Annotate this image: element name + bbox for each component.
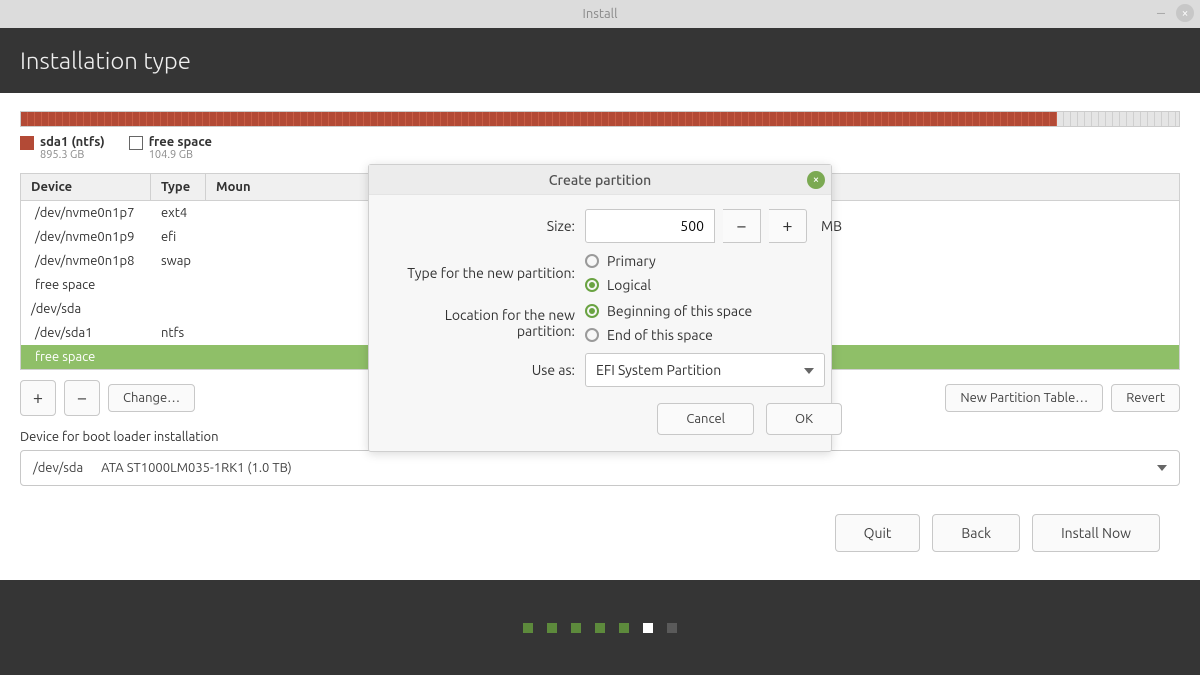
- window-title: Install: [583, 7, 618, 21]
- step-dot: [523, 623, 533, 633]
- change-partition-button[interactable]: Change…: [108, 384, 195, 412]
- col-header-type[interactable]: Type: [151, 174, 206, 200]
- create-partition-dialog: Create partition × Size: − + MB Type for…: [368, 164, 832, 452]
- useas-value: EFI System Partition: [596, 362, 721, 378]
- dialog-cancel-button[interactable]: Cancel: [657, 403, 754, 435]
- chevron-down-icon: [1157, 465, 1167, 471]
- installer-window: Install – × Installation type sda1 (ntfs…: [0, 0, 1200, 675]
- radio-location-beginning[interactable]: Beginning of this space: [585, 303, 842, 319]
- usage-segment-used: [21, 112, 1057, 126]
- usage-legend: sda1 (ntfs) 895.3 GB free space 104.9 GB: [20, 135, 1180, 161]
- legend-free-size: 104.9 GB: [149, 149, 212, 161]
- step-dot: [547, 623, 557, 633]
- radio-logical[interactable]: Logical: [585, 277, 842, 293]
- dialog-ok-button[interactable]: OK: [766, 403, 842, 435]
- page-header: Installation type: [0, 28, 1200, 93]
- legend-item-used: sda1 (ntfs) 895.3 GB: [20, 135, 105, 161]
- usage-segment-free: [1057, 112, 1179, 126]
- quit-button[interactable]: Quit: [835, 514, 921, 552]
- legend-free-label: free space: [149, 135, 212, 149]
- dialog-title: Create partition: [549, 172, 651, 188]
- install-now-button[interactable]: Install Now: [1032, 514, 1160, 552]
- swatch-free-icon: [129, 136, 143, 150]
- minimize-button[interactable]: –: [1152, 4, 1170, 22]
- disk-usage-bar: [20, 111, 1180, 127]
- step-dot: [595, 623, 605, 633]
- size-input[interactable]: [585, 209, 715, 243]
- new-partition-table-button[interactable]: New Partition Table…: [945, 384, 1103, 412]
- radio-location-end[interactable]: End of this space: [585, 327, 842, 343]
- swatch-used-icon: [20, 136, 34, 150]
- location-label: Location for the new partition:: [385, 307, 575, 339]
- size-unit: MB: [821, 218, 842, 234]
- wizard-footer: Quit Back Install Now: [20, 514, 1180, 552]
- remove-partition-button[interactable]: −: [64, 380, 100, 416]
- useas-label: Use as:: [385, 362, 575, 378]
- page-title: Installation type: [20, 47, 191, 74]
- close-button[interactable]: ×: [1176, 4, 1194, 22]
- legend-item-free: free space 104.9 GB: [129, 135, 212, 161]
- add-partition-button[interactable]: +: [20, 380, 56, 416]
- progress-dots: [0, 580, 1200, 675]
- radio-icon: [585, 254, 599, 268]
- bootloader-select-value: /dev/sda ATA ST1000LM035-1RK1 (1.0 TB): [33, 461, 292, 475]
- dialog-close-button[interactable]: ×: [807, 171, 825, 189]
- radio-icon: [585, 328, 599, 342]
- revert-button[interactable]: Revert: [1111, 384, 1180, 412]
- step-dot: [619, 623, 629, 633]
- legend-used-label: sda1 (ntfs): [40, 135, 105, 149]
- radio-primary[interactable]: Primary: [585, 253, 842, 269]
- radio-icon: [585, 278, 599, 292]
- col-header-device[interactable]: Device: [21, 174, 151, 200]
- step-dot: [667, 623, 677, 633]
- type-label: Type for the new partition:: [385, 265, 575, 281]
- chevron-down-icon: [804, 368, 814, 374]
- bootloader-select[interactable]: /dev/sda ATA ST1000LM035-1RK1 (1.0 TB): [20, 450, 1180, 486]
- step-dot-current: [643, 623, 653, 633]
- legend-used-size: 895.3 GB: [40, 149, 105, 161]
- dialog-footer: Cancel OK: [385, 403, 842, 435]
- size-label: Size:: [385, 218, 575, 234]
- dialog-titlebar: Create partition ×: [369, 165, 831, 195]
- useas-select[interactable]: EFI System Partition: [585, 353, 825, 387]
- titlebar: Install – ×: [0, 0, 1200, 28]
- size-decrement-button[interactable]: −: [723, 209, 761, 243]
- size-increment-button[interactable]: +: [769, 209, 807, 243]
- back-button[interactable]: Back: [932, 514, 1020, 552]
- size-row: − + MB: [585, 209, 842, 243]
- window-controls: – ×: [1152, 4, 1194, 22]
- radio-icon: [585, 304, 599, 318]
- step-dot: [571, 623, 581, 633]
